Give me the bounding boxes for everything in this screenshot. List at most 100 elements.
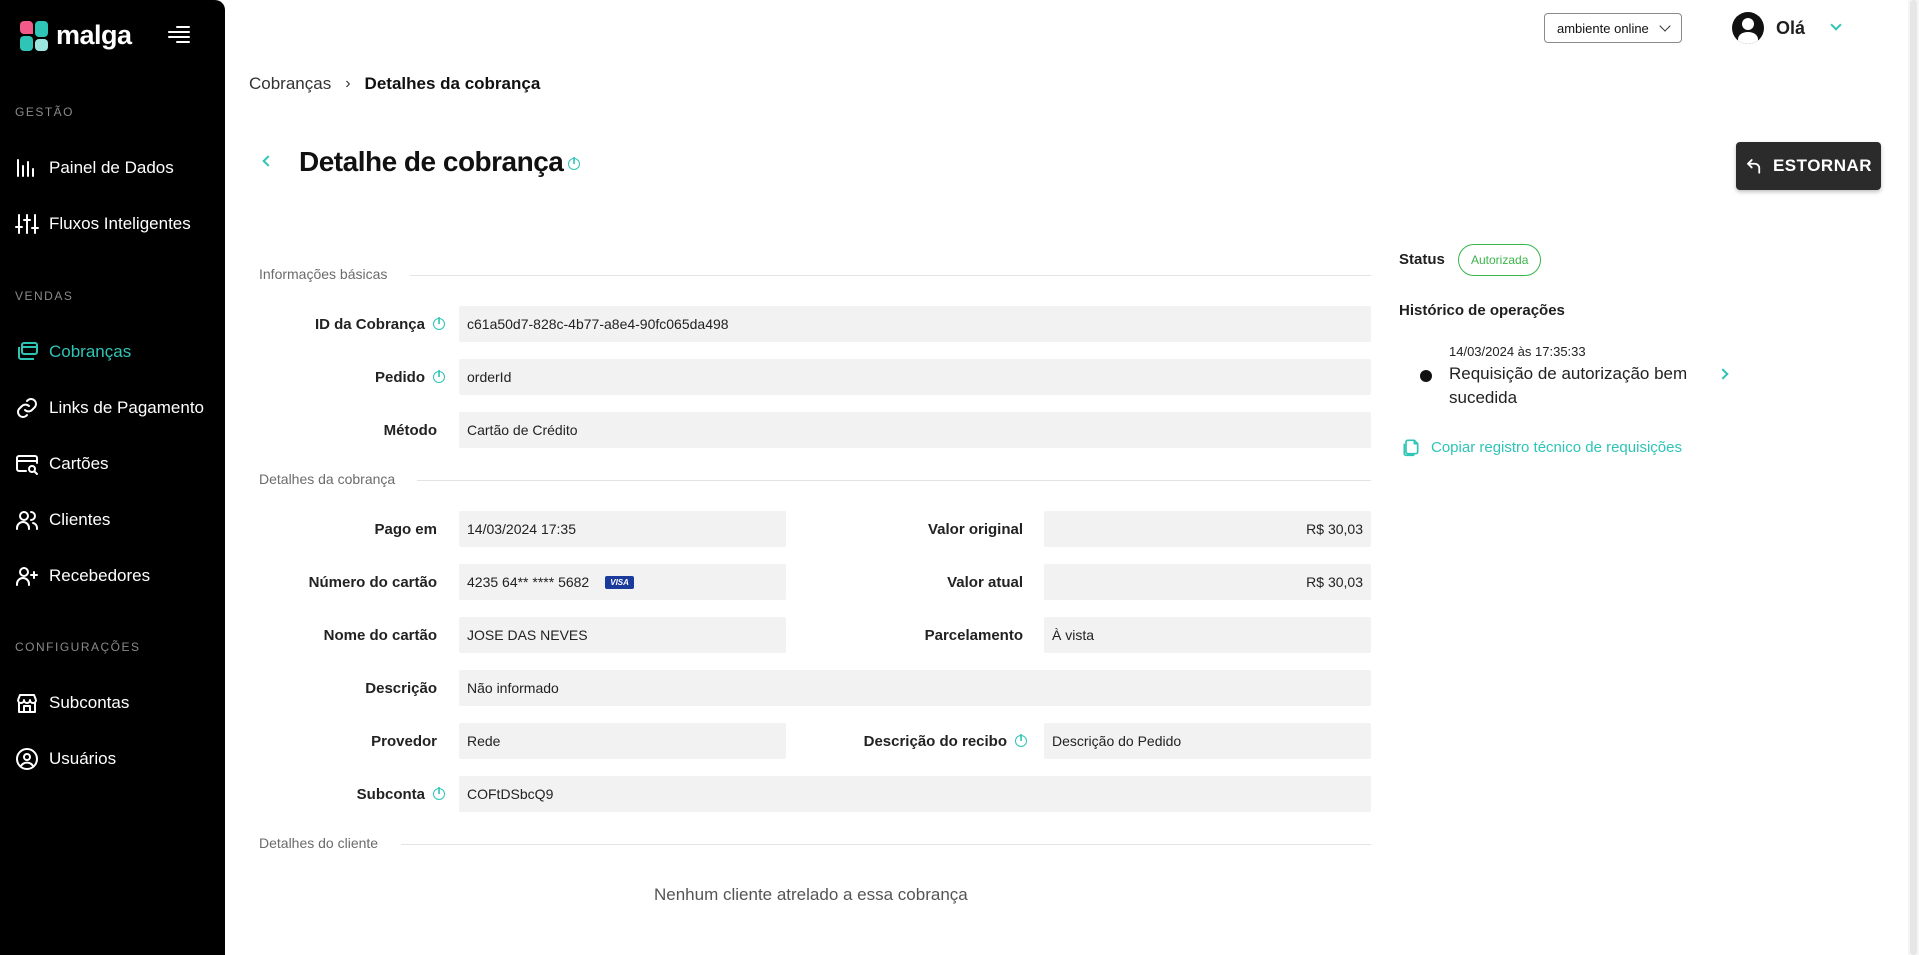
info-icon[interactable] [1015,734,1027,747]
info-icon[interactable] [568,157,580,170]
sidebar-item-label: Cartões [49,454,109,473]
copy-log-label: Copiar registro técnico de requisições [1431,438,1682,456]
charges-icon [15,340,39,364]
chevron-right-icon[interactable] [1717,368,1729,380]
chevron-down-icon[interactable] [1830,19,1842,31]
sidebar-item-cobrancas[interactable]: Cobranças [15,334,215,370]
field-label-text: ID da Cobrança [314,315,425,333]
user-plus-icon [15,564,39,588]
history-text[interactable]: Requisição de autorização bem sucedida [1449,362,1689,410]
order-field[interactable]: orderId [459,359,1371,395]
sliders-icon [15,212,39,236]
scrollbar-thumb[interactable] [1910,0,1917,955]
original-value-label: Valor original [927,520,1023,538]
card-number-field[interactable]: 4235 64** **** 5682 VISA [459,564,786,600]
installments-field[interactable]: À vista [1044,617,1371,653]
card-number-label: Número do cartão [308,573,437,591]
card-number-value: 4235 64** **** 5682 [467,574,590,590]
menu-collapse-icon[interactable] [168,26,192,44]
section-title-charge-details: Detalhes da cobrança [259,471,396,487]
info-icon[interactable] [433,787,445,800]
sidebar-item-usuarios[interactable]: Usuários [15,741,215,777]
sidebar-item-label: Recebedores [49,566,151,585]
charge-id-label: ID da Cobrança [240,306,445,342]
page-scrollbar[interactable] [1908,0,1919,955]
back-arrow-icon[interactable] [262,155,274,167]
field-label-text: Descrição do recibo [863,732,1007,750]
undo-arrow-icon [1747,159,1761,174]
card-name-field[interactable]: JOSE DAS NEVES [459,617,786,653]
order-label: Pedido [240,359,445,395]
environment-select[interactable]: ambiente online [1544,13,1682,43]
sidebar-item-cartoes[interactable]: Cartões [15,446,215,482]
chevron-down-icon [1659,20,1671,32]
status-label: Status [1399,251,1445,268]
method-label: Método [383,421,437,439]
provider-field[interactable]: Rede [459,723,786,759]
history-title: Histórico de operações [1399,302,1565,319]
field-label-text: Subconta [356,785,425,803]
card-name-label: Nome do cartão [323,626,437,644]
receipt-description-field[interactable]: Descrição do Pedido [1044,723,1371,759]
sidebar-item-label: Usuários [49,749,117,768]
brand-logo[interactable]: malga [20,20,132,51]
sidebar-item-recebedores[interactable]: Recebedores [15,558,215,594]
brand-name: malga [56,20,132,50]
charge-id-field[interactable]: c61a50d7-828c-4b77-a8e4-90fc065da498 [459,306,1371,342]
current-value-field[interactable]: R$ 30,03 [1044,564,1371,600]
subaccount-field[interactable]: COFtDSbcQ9 [459,776,1371,812]
info-icon[interactable] [433,317,445,330]
refund-button[interactable]: ESTORNAR [1736,142,1881,190]
provider-label: Provedor [371,732,437,750]
chevron-right-icon: › [345,75,351,92]
section-title-basic-info: Informações básicas [259,266,388,282]
timeline-dot [1420,370,1432,382]
card-search-icon [15,452,39,476]
current-value-label: Valor atual [947,573,1023,591]
users-icon [15,508,39,532]
method-field[interactable]: Cartão de Crédito [459,412,1371,448]
history-date: 14/03/2024 às 17:35:33 [1449,344,1586,359]
info-icon[interactable] [433,370,445,383]
refund-button-label: ESTORNAR [1772,156,1873,175]
sidebar-section-title: GESTÃO [15,105,75,119]
user-circle-icon [15,747,39,771]
section-divider [417,480,1371,481]
sidebar-item-clientes[interactable]: Clientes [15,502,215,538]
receipt-description-label: Descrição do recibo [820,723,1027,759]
user-menu[interactable]: Olá [1732,12,1805,44]
subaccount-label: Subconta [240,776,445,812]
avatar [1732,12,1764,44]
malga-logo-icon [20,20,50,51]
description-field[interactable]: Não informado [459,670,1371,706]
paid-at-field[interactable]: 14/03/2024 17:35 [459,511,786,547]
visa-brand-icon: VISA [605,575,634,589]
sidebar-item-label: Clientes [49,510,111,529]
sidebar-item-painel-de-dados[interactable]: Painel de Dados [15,150,215,186]
sidebar-item-label: Fluxos Inteligentes [49,214,191,233]
copy-log-button[interactable]: Copiar registro técnico de requisições [1401,437,1682,457]
environment-value: ambiente online [1557,20,1649,36]
breadcrumb: Cobranças › Detalhes da cobrança [249,74,540,94]
empty-client-message: Nenhum cliente atrelado a essa cobrança [654,885,968,904]
sidebar-item-label: Links de Pagamento [49,398,204,417]
status-badge: Autorizada [1458,244,1542,276]
sidebar: malga GESTÃO Painel de Dados Fluxos Inte… [0,0,225,955]
sidebar-item-label: Cobranças [49,342,132,361]
store-icon [15,691,39,715]
description-label: Descrição [365,679,437,697]
sidebar-item-subcontas[interactable]: Subcontas [15,685,215,721]
sidebar-item-fluxos-inteligentes[interactable]: Fluxos Inteligentes [15,206,215,242]
field-label-text: Pedido [374,368,425,386]
page-title: Detalhe de cobrança [299,146,564,177]
original-value-field[interactable]: R$ 30,03 [1044,511,1371,547]
section-divider [410,275,1371,276]
bar-chart-icon [15,156,39,180]
sidebar-section-title: VENDAS [15,289,74,303]
sidebar-item-label: Painel de Dados [49,158,174,177]
sidebar-item-links-de-pagamento[interactable]: Links de Pagamento [15,390,215,426]
copy-icon [1403,439,1419,457]
breadcrumb-parent-link[interactable]: Cobranças [249,74,331,94]
sidebar-section-title: CONFIGURAÇÕES [15,640,141,654]
installments-label: Parcelamento [924,626,1023,644]
